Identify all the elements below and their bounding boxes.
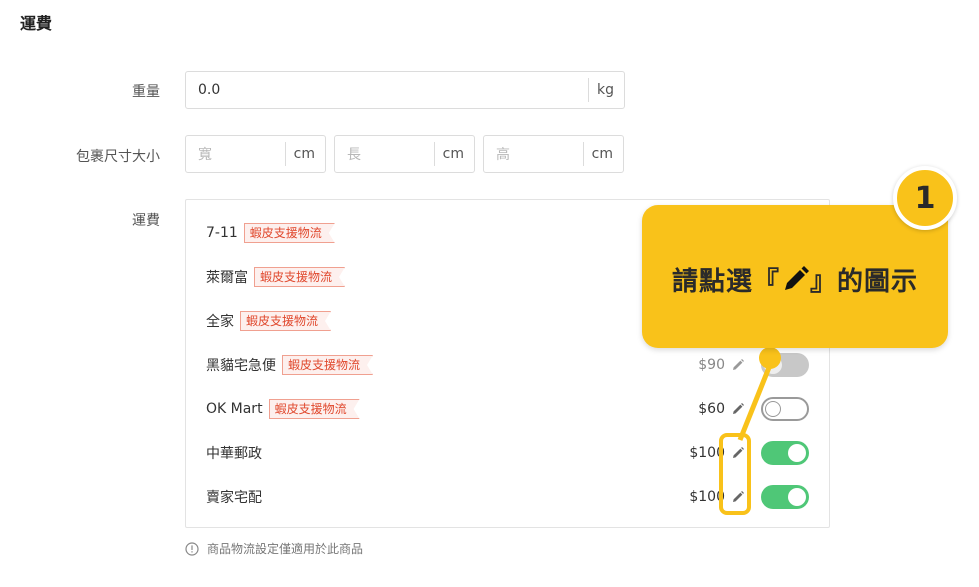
tutorial-callout: 請點選『 』的圖示 [642, 205, 948, 348]
callout-text: 請點選『 』的圖示 [642, 261, 948, 298]
callout-text-before: 請點選『 [671, 267, 780, 297]
pencil-icon [785, 266, 809, 290]
step-badge: 1 [893, 166, 957, 230]
pencil-highlight [719, 433, 751, 515]
callout-text-after: 』的圖示 [810, 267, 919, 297]
